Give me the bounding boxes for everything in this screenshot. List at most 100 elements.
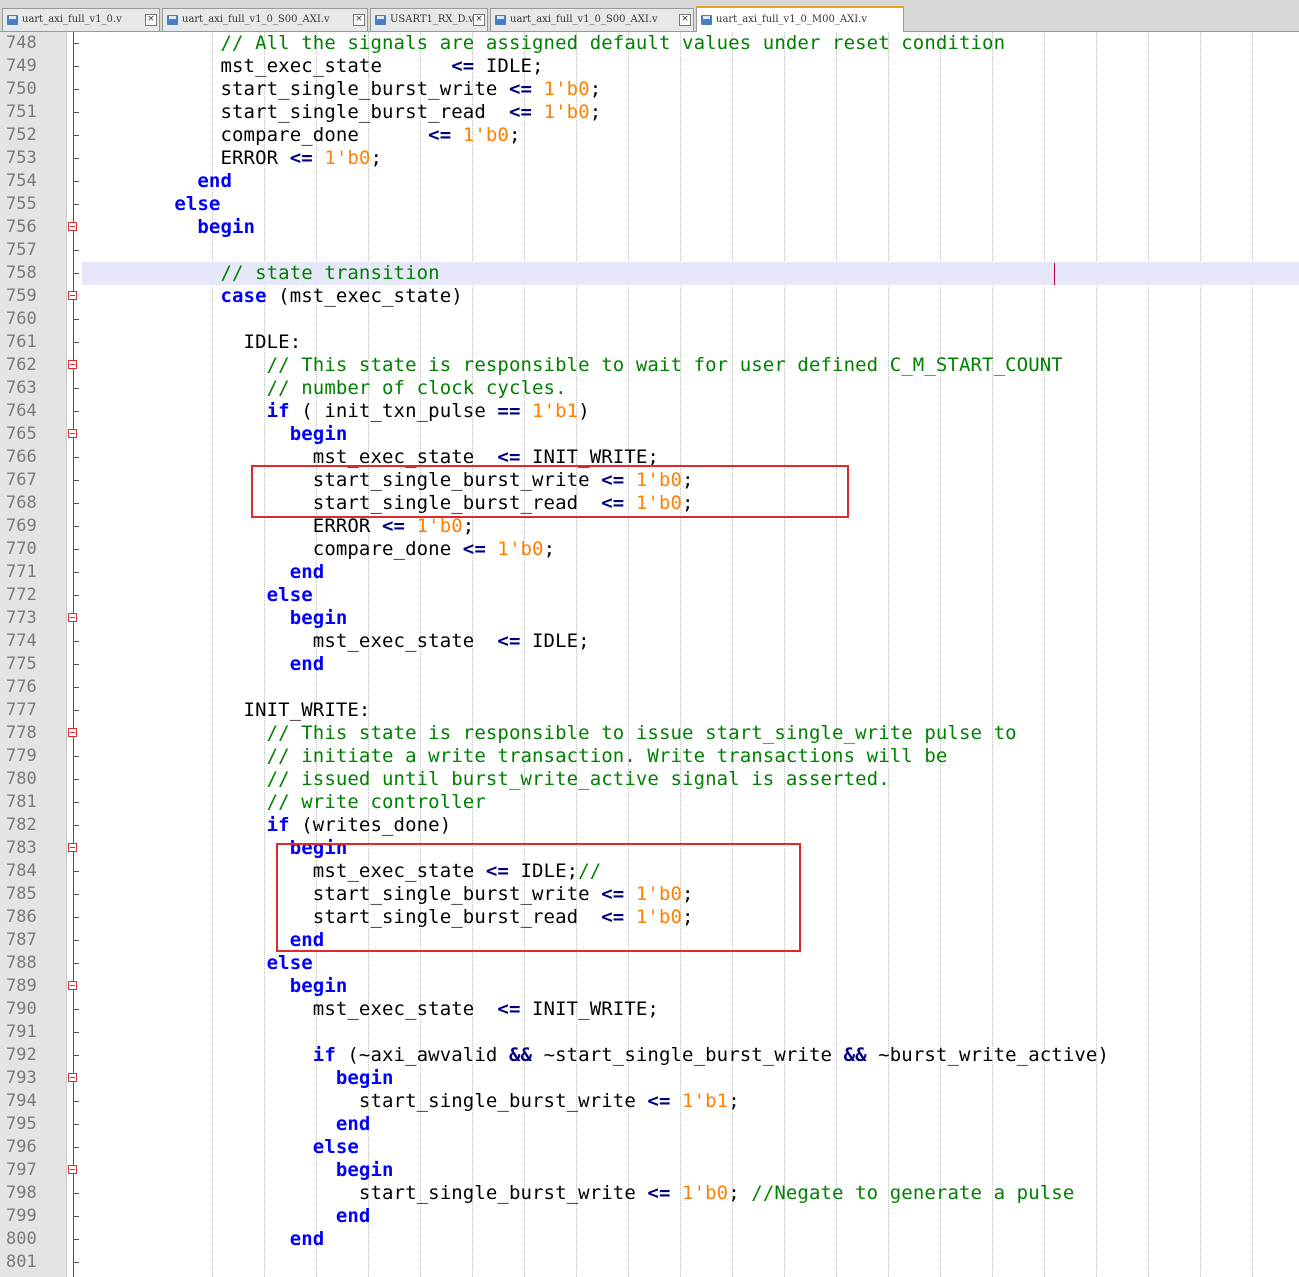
- close-icon[interactable]: ×: [679, 14, 691, 26]
- fold-collapse-icon[interactable]: [68, 613, 77, 622]
- code-line[interactable]: 774 mst_exec_state <= IDLE;: [0, 630, 1299, 653]
- code-line[interactable]: 796 else: [0, 1136, 1299, 1159]
- keyword-token: begin: [289, 607, 348, 629]
- tab-1[interactable]: uart_axi_full_v1_0.v ×: [2, 8, 160, 31]
- code-line[interactable]: 769 ERROR <= 1'b0;: [0, 515, 1299, 538]
- code-line[interactable]: 761 IDLE:: [0, 331, 1299, 354]
- tab-4[interactable]: uart_axi_full_v1_0_S00_AXI.v ×: [490, 8, 694, 31]
- code-line[interactable]: 759 case (mst_exec_state): [0, 285, 1299, 308]
- code-line[interactable]: 794 start_single_burst_write <= 1'b1;: [0, 1090, 1299, 1113]
- line-number: 792: [6, 1045, 37, 1065]
- code-line[interactable]: 758 // state transition: [0, 262, 1299, 285]
- fold-collapse-icon[interactable]: [68, 728, 77, 737]
- code-line[interactable]: 772 else: [0, 584, 1299, 607]
- code-token: (writes_done): [289, 814, 452, 836]
- fold-guide-tick: [73, 112, 79, 113]
- line-number: 770: [6, 539, 37, 559]
- code-line[interactable]: 763 // number of clock cycles.: [0, 377, 1299, 400]
- comment-token: // This state is responsible to wait for…: [266, 354, 1063, 376]
- code-line[interactable]: 757: [0, 239, 1299, 262]
- code-token: ): [578, 400, 590, 422]
- line-number: 748: [6, 33, 37, 53]
- line-source: start_single_burst_write <= 1'b0;: [82, 78, 601, 101]
- fold-guide-tick: [73, 894, 79, 895]
- close-icon[interactable]: ×: [353, 14, 365, 26]
- fold-collapse-icon[interactable]: [68, 1165, 77, 1174]
- code-line[interactable]: 760: [0, 308, 1299, 331]
- operator-token: &&: [843, 1044, 867, 1066]
- close-icon[interactable]: ×: [145, 14, 157, 26]
- code-line[interactable]: 793 begin: [0, 1067, 1299, 1090]
- code-line[interactable]: 773 begin: [0, 607, 1299, 630]
- code-line[interactable]: 798 start_single_burst_write <= 1'b0; //…: [0, 1182, 1299, 1205]
- code-line[interactable]: 781 // write controller: [0, 791, 1299, 814]
- code-line[interactable]: 753 ERROR <= 1'b0;: [0, 147, 1299, 170]
- code-line[interactable]: 799 end: [0, 1205, 1299, 1228]
- close-icon[interactable]: ×: [473, 14, 485, 26]
- tab-3[interactable]: USART1_RX_D.v ×: [370, 8, 488, 31]
- code-line[interactable]: 789 begin: [0, 975, 1299, 998]
- code-line[interactable]: 795 end: [0, 1113, 1299, 1136]
- code-line[interactable]: 790 mst_exec_state <= INIT_WRITE;: [0, 998, 1299, 1021]
- code-line[interactable]: 780 // issued until burst_write_active s…: [0, 768, 1299, 791]
- fold-collapse-icon[interactable]: [68, 429, 77, 438]
- line-source: end: [82, 561, 325, 584]
- line-source: start_single_burst_write <= 1'b1;: [82, 1090, 740, 1113]
- code-line[interactable]: 779 // initiate a write transaction. Wri…: [0, 745, 1299, 768]
- code-line[interactable]: 750 start_single_burst_write <= 1'b0;: [0, 78, 1299, 101]
- line-number: 797: [6, 1160, 37, 1180]
- code-line[interactable]: 797 begin: [0, 1159, 1299, 1182]
- code-line[interactable]: 782 if (writes_done): [0, 814, 1299, 837]
- code-line[interactable]: 755 else: [0, 193, 1299, 216]
- tab-2[interactable]: uart_axi_full_v1_0_S00_AXI.v ×: [162, 8, 368, 31]
- code-line[interactable]: 749 mst_exec_state <= IDLE;: [0, 55, 1299, 78]
- code-line[interactable]: 777 INIT_WRITE:: [0, 699, 1299, 722]
- line-source: begin: [82, 216, 255, 239]
- code-line[interactable]: 765 begin: [0, 423, 1299, 446]
- fold-guide-tick: [73, 1216, 79, 1217]
- fold-collapse-icon[interactable]: [68, 1073, 77, 1082]
- fold-collapse-icon[interactable]: [68, 222, 77, 231]
- line-number: 779: [6, 746, 37, 766]
- keyword-token: begin: [197, 216, 256, 238]
- file-icon: [701, 15, 712, 25]
- code-line[interactable]: 770 compare_done <= 1'b0;: [0, 538, 1299, 561]
- code-token: ;: [728, 1182, 752, 1204]
- number-token: 1'b0: [543, 78, 590, 100]
- code-line[interactable]: 751 start_single_burst_read <= 1'b0;: [0, 101, 1299, 124]
- code-line[interactable]: 748 // All the signals are assigned defa…: [0, 32, 1299, 55]
- code-line[interactable]: 778 // This state is responsible to issu…: [0, 722, 1299, 745]
- code-line[interactable]: 800 end: [0, 1228, 1299, 1251]
- line-source: // write controller: [82, 791, 486, 814]
- line-source: end: [82, 170, 232, 193]
- tab-label: uart_axi_full_v1_0_S00_AXI.v: [182, 14, 330, 25]
- code-line[interactable]: 771 end: [0, 561, 1299, 584]
- line-source: end: [82, 1228, 325, 1251]
- code-line[interactable]: 752 compare_done <= 1'b0;: [0, 124, 1299, 147]
- code-line[interactable]: 788 else: [0, 952, 1299, 975]
- line-source: else: [82, 1136, 359, 1159]
- code-line[interactable]: 756 begin: [0, 216, 1299, 239]
- code-line[interactable]: 792 if (~axi_awvalid && ~start_single_bu…: [0, 1044, 1299, 1067]
- comment-token: // number of clock cycles.: [266, 377, 567, 399]
- fold-collapse-icon[interactable]: [68, 981, 77, 990]
- code-line[interactable]: 791: [0, 1021, 1299, 1044]
- code-line[interactable]: 754 end: [0, 170, 1299, 193]
- fold-guide-tick: [73, 641, 79, 642]
- code-line[interactable]: 776: [0, 676, 1299, 699]
- code-line[interactable]: 764 if ( init_txn_pulse == 1'b1): [0, 400, 1299, 423]
- fold-collapse-icon[interactable]: [68, 360, 77, 369]
- tab-5[interactable]: uart_axi_full_v1_0_M00_AXI.v: [696, 6, 904, 32]
- fold-collapse-icon[interactable]: [68, 843, 77, 852]
- code-line[interactable]: 801: [0, 1251, 1299, 1274]
- line-source: begin: [82, 423, 348, 446]
- fold-collapse-icon[interactable]: [68, 291, 77, 300]
- code-line[interactable]: 762 // This state is responsible to wait…: [0, 354, 1299, 377]
- code-line[interactable]: 775 end: [0, 653, 1299, 676]
- line-source: // This state is responsible to issue st…: [82, 722, 1017, 745]
